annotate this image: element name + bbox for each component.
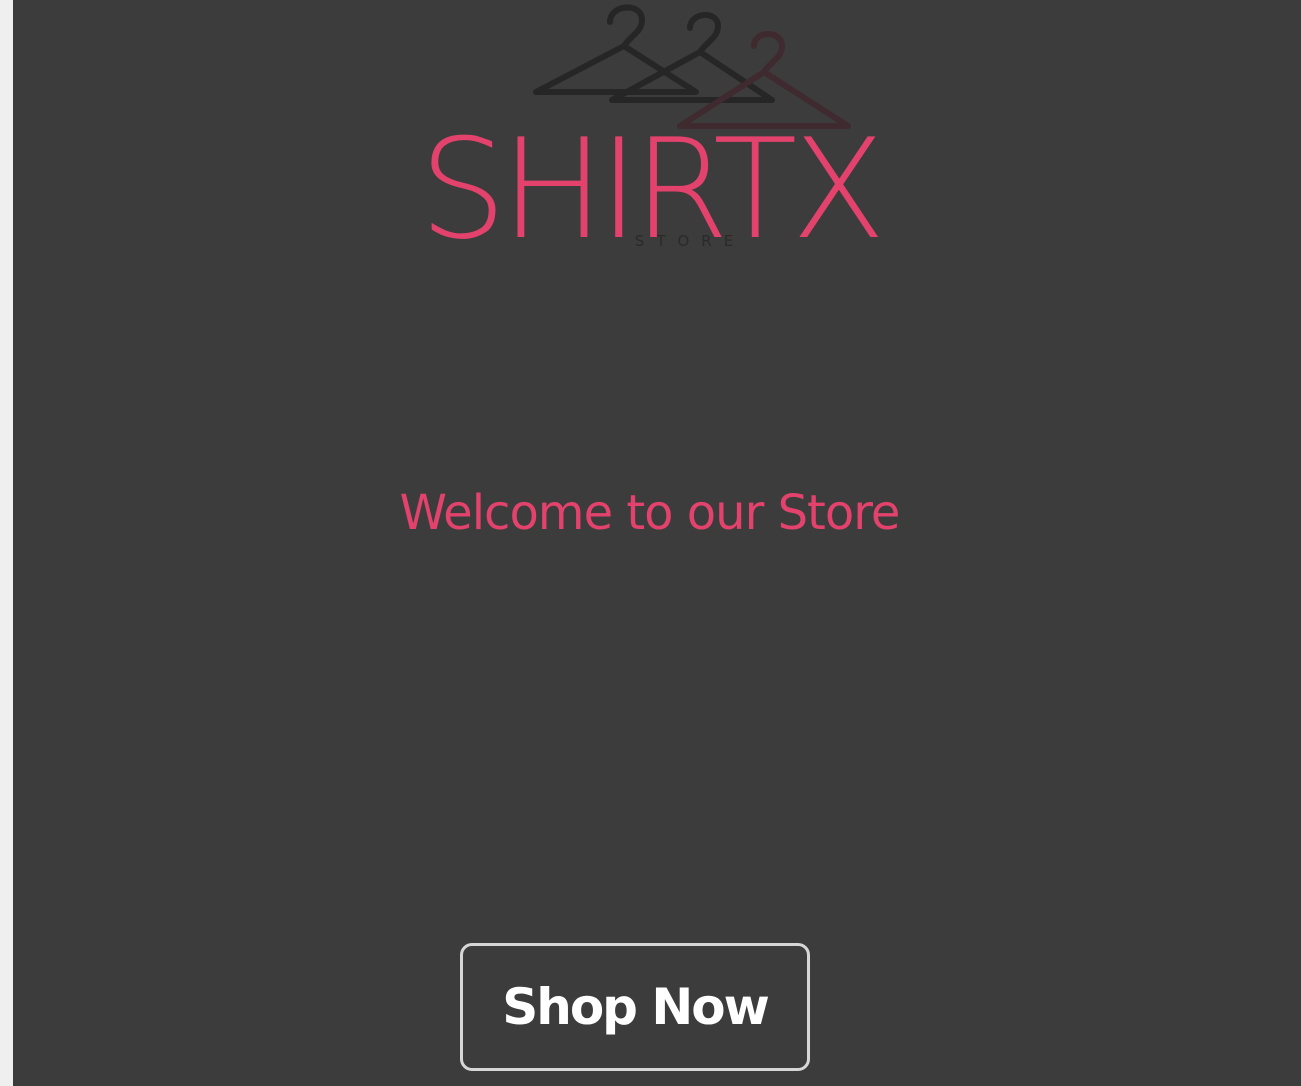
hero-section: STORE SHIRTX Welcome to our Store Shop N… [13, 0, 1301, 1086]
store-name: SHIRTX [419, 109, 886, 270]
page-edge [0, 0, 13, 1086]
shop-now-button[interactable]: Shop Now [460, 943, 810, 1071]
welcome-text: Welcome to our Store [399, 485, 901, 541]
page: STORE SHIRTX Welcome to our Store Shop N… [0, 0, 1301, 1086]
